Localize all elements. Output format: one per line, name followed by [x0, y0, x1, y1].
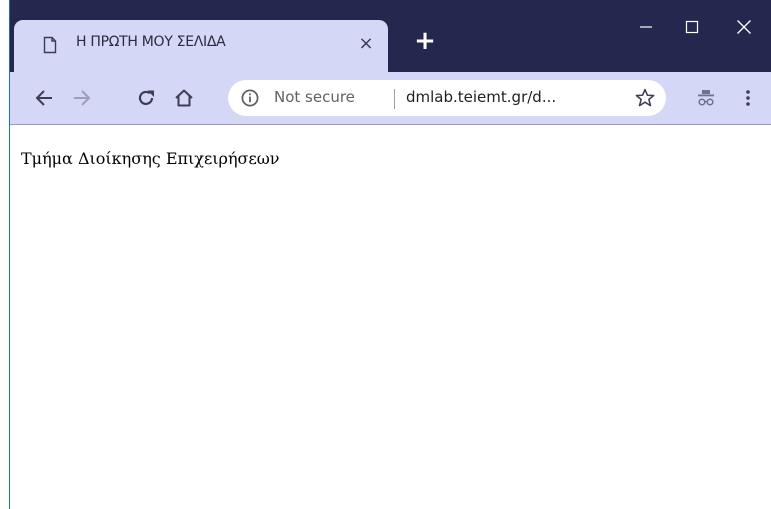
back-button[interactable] [28, 82, 60, 114]
reload-icon [138, 90, 154, 105]
tab-close-icon[interactable]: × [354, 31, 378, 55]
page-content: Τμήμα Διοίκησης Επιχειρήσεων [10, 125, 771, 509]
incognito-button[interactable] [690, 82, 722, 114]
home-button[interactable] [168, 82, 200, 114]
forward-button[interactable] [66, 82, 98, 114]
page-text: Τμήμα Διοίκησης Επιχειρήσεων [21, 149, 280, 168]
incognito-icon [698, 90, 714, 106]
back-arrow-icon [35, 90, 52, 106]
menu-dots-icon [746, 90, 750, 106]
close-icon [737, 20, 751, 34]
url-separator [394, 89, 395, 109]
browser-toolbar: Not secure dmlab.teiemt.gr/d... [10, 72, 771, 125]
menu-button[interactable] [732, 82, 764, 114]
page-icon [43, 36, 57, 54]
url-text[interactable]: dmlab.teiemt.gr/d... [406, 88, 556, 106]
forward-arrow-icon [74, 90, 91, 106]
security-label[interactable]: Not secure [274, 88, 355, 106]
title-bar: Η ΠΡΩΤΗ ΜΟΥ ΣΕΛΙΔΑ × + [10, 0, 771, 72]
tab-title: Η ΠΡΩΤΗ ΜΟΥ ΣΕΛΙΔΑ [76, 34, 226, 50]
active-tab[interactable]: Η ΠΡΩΤΗ ΜΟΥ ΣΕΛΙΔΑ × [14, 20, 388, 72]
star-icon[interactable] [634, 87, 656, 109]
minimize-icon [640, 26, 652, 28]
minimize-button[interactable] [626, 10, 666, 44]
home-icon [175, 89, 193, 107]
reload-button[interactable] [130, 82, 162, 114]
maximize-button[interactable] [672, 10, 712, 44]
close-window-button[interactable] [724, 10, 764, 44]
browser-window: Η ΠΡΩΤΗ ΜΟΥ ΣΕΛΙΔΑ × + Not secure dmlab.… [9, 0, 771, 509]
maximize-icon [685, 20, 699, 34]
address-bar[interactable]: Not secure dmlab.teiemt.gr/d... [228, 80, 666, 116]
new-tab-button[interactable]: + [412, 26, 438, 56]
info-icon[interactable] [240, 88, 260, 108]
